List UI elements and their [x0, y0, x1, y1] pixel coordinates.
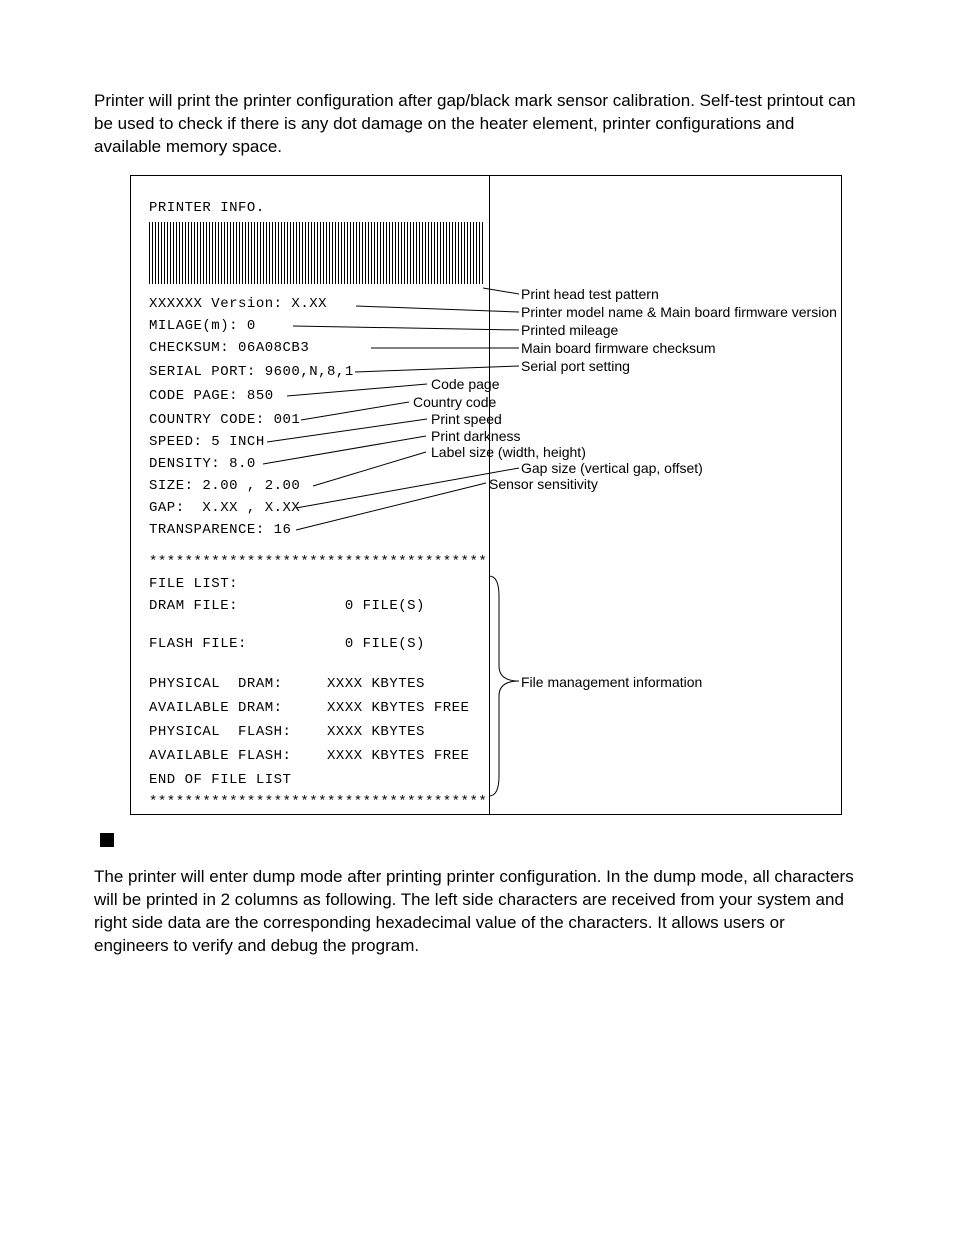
leader-lines: [131, 176, 842, 815]
printout-diagram: PRINTER INFO. XXXXXX Version: X.XX MILAG…: [130, 175, 842, 815]
bullet-square: [100, 833, 114, 847]
intro-paragraph: Printer will print the printer configura…: [94, 90, 864, 159]
dump-mode-paragraph: The printer will enter dump mode after p…: [94, 866, 864, 958]
